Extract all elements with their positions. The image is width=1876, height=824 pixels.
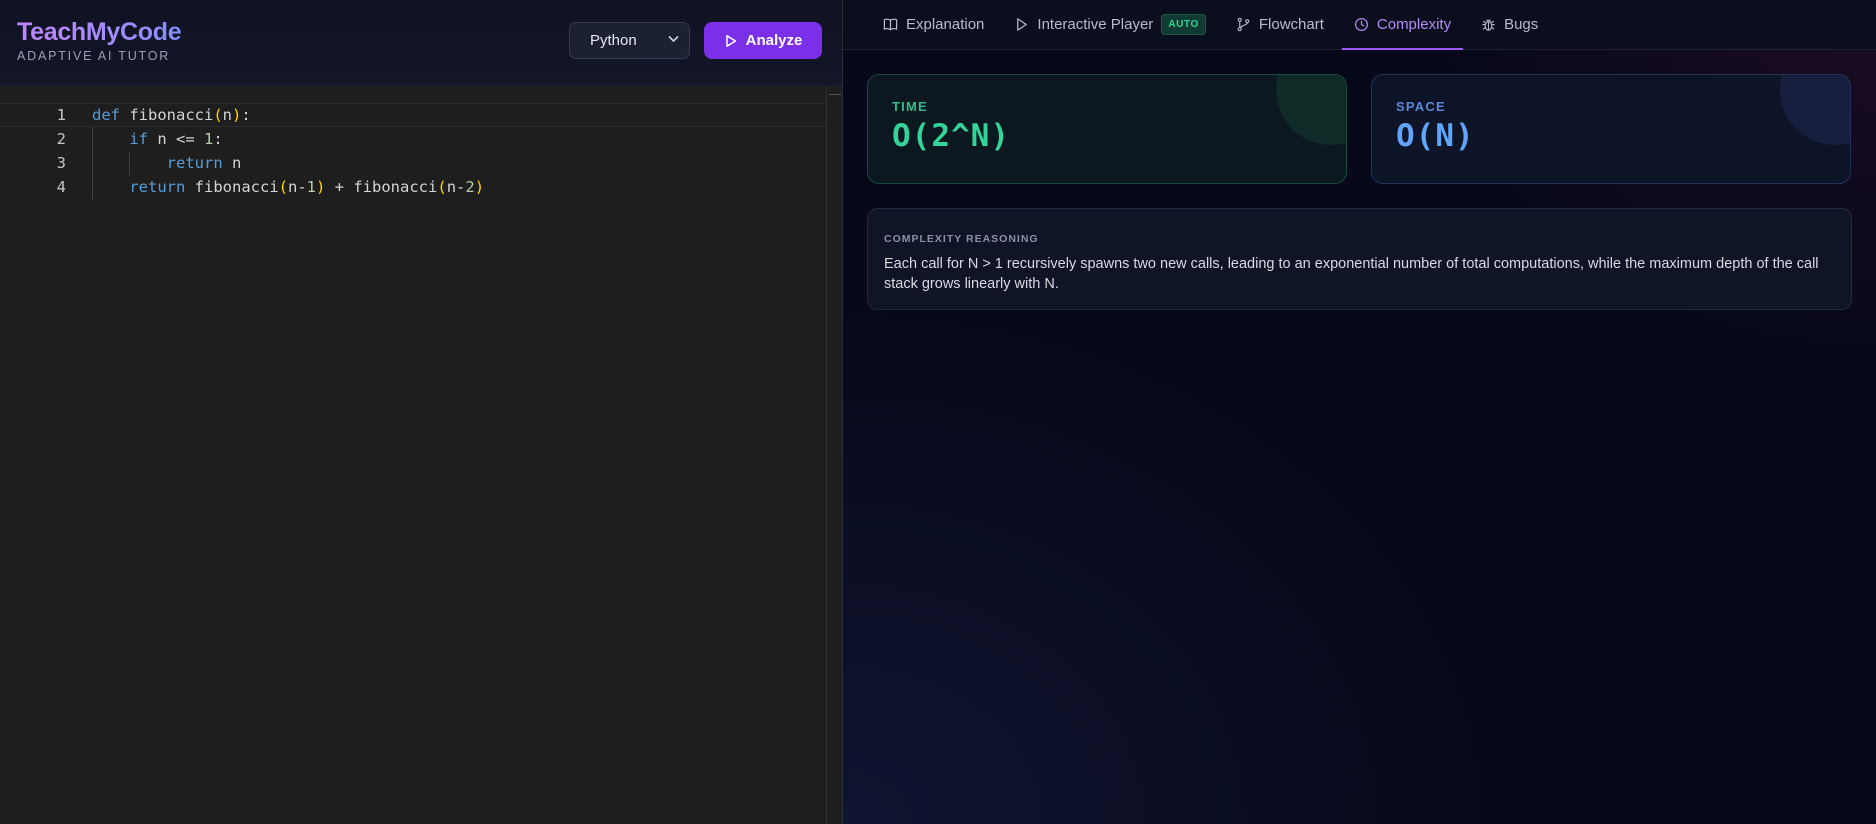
tab-explanation[interactable]: Explanation: [871, 0, 996, 49]
tab-bar: Explanation Interactive Player AUTO Flow…: [843, 0, 1876, 50]
editor-pane: TeachMyCode ADAPTIVE AI TUTOR Python Ana…: [0, 0, 843, 824]
line-number: 4: [56, 178, 66, 196]
tab-label: Explanation: [906, 16, 985, 33]
reasoning-label: COMPLEXITY REASONING: [884, 233, 1039, 245]
clock-icon: [1354, 17, 1368, 32]
code-line[interactable]: 4 return fibonacci(n-1) + fibonacci(n-2): [0, 175, 826, 199]
tab-flowchart[interactable]: Flowchart: [1224, 0, 1336, 49]
results-pane: Explanation Interactive Player AUTO Flow…: [843, 0, 1876, 824]
space-value: O(N): [1396, 118, 1475, 154]
tab-bugs[interactable]: Bugs: [1469, 0, 1550, 49]
code-text: return n: [166, 154, 242, 172]
time-complexity-card: TIME O(2^N): [867, 74, 1347, 184]
book-icon: [883, 18, 898, 31]
code-text: if n <= 1:: [129, 130, 223, 148]
code-lines: 1 def fibonacci(n): 2 if n <= 1: 3 retur…: [0, 103, 826, 199]
app: TeachMyCode ADAPTIVE AI TUTOR Python Ana…: [0, 0, 1876, 824]
brand-subtitle: ADAPTIVE AI TUTOR: [17, 49, 171, 63]
line-number: 1: [56, 106, 66, 124]
scrollbar-marker: [829, 94, 841, 95]
tab-label: Interactive Player: [1037, 16, 1154, 33]
play-icon: [1017, 18, 1028, 31]
complexity-cards: TIME O(2^N) SPACE O(N): [843, 50, 1876, 184]
code-text: return fibonacci(n-1) + fibonacci(n-2): [129, 178, 485, 196]
chevron-down-icon: [668, 35, 679, 46]
analyze-button[interactable]: Analyze: [704, 22, 822, 59]
tab-complexity[interactable]: Complexity: [1341, 0, 1464, 50]
complexity-reasoning-panel: COMPLEXITY REASONING Each call for N > 1…: [867, 208, 1852, 310]
toolbar: Python Analyze: [569, 22, 822, 59]
code-line[interactable]: 2 if n <= 1:: [0, 127, 826, 151]
code-line[interactable]: 1 def fibonacci(n):: [0, 103, 826, 127]
tab-label: Flowchart: [1258, 16, 1324, 33]
code-line[interactable]: 3 return n: [0, 151, 826, 175]
analyze-button-label: Analyze: [745, 32, 803, 49]
auto-badge: AUTO: [1161, 14, 1206, 35]
language-select[interactable]: Python: [569, 22, 690, 59]
tab-label: Complexity: [1376, 16, 1452, 33]
time-label: TIME: [892, 99, 928, 114]
brand: TeachMyCode ADAPTIVE AI TUTOR: [17, 18, 182, 63]
tab-label: Bugs: [1504, 16, 1539, 33]
reasoning-text: Each call for N > 1 recursively spawns t…: [884, 256, 1819, 292]
tab-interactive-player[interactable]: Interactive Player AUTO: [1002, 0, 1217, 49]
editor-scrollbar[interactable]: [826, 86, 842, 824]
brand-title: TeachMyCode: [17, 18, 182, 46]
top-bar: TeachMyCode ADAPTIVE AI TUTOR Python Ana…: [0, 0, 842, 86]
play-icon: [725, 34, 736, 47]
space-complexity-card: SPACE O(N): [1371, 74, 1851, 184]
code-editor[interactable]: 1 def fibonacci(n): 2 if n <= 1: 3 retur…: [0, 86, 842, 824]
space-label: SPACE: [1396, 99, 1446, 114]
bug-icon: [1482, 19, 1495, 31]
git-branch-icon: [1237, 17, 1250, 32]
code-text: def fibonacci(n):: [92, 106, 251, 124]
time-value: O(2^N): [892, 118, 1010, 154]
line-number: 2: [56, 130, 66, 148]
language-select-value: Python: [590, 32, 637, 49]
line-number: 3: [56, 154, 66, 172]
